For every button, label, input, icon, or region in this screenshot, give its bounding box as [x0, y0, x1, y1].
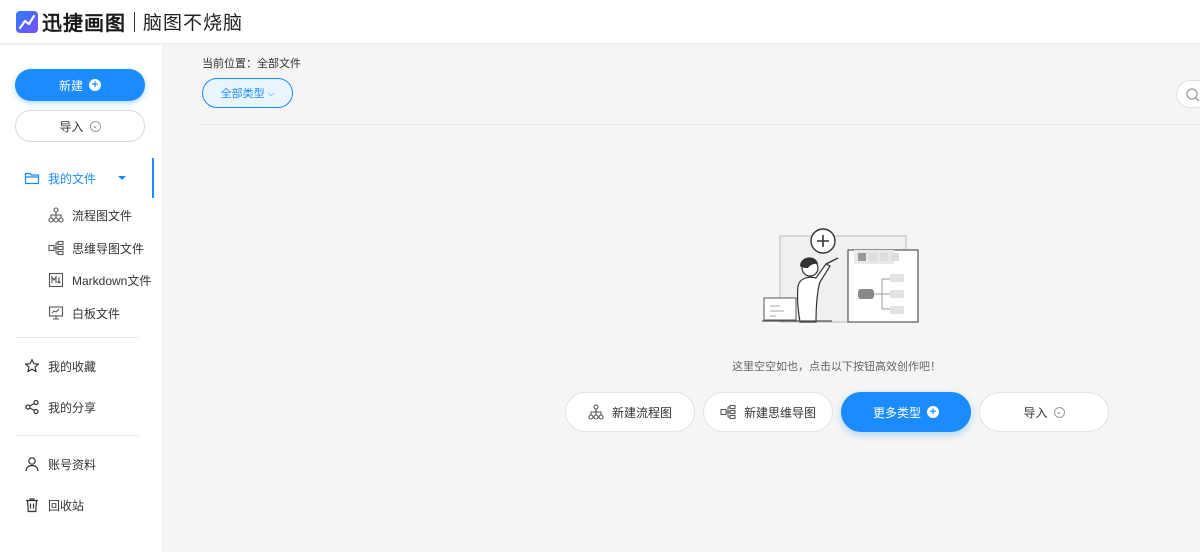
sidebar-item-trash[interactable]: 回收站 [24, 495, 84, 515]
new-mindmap-button[interactable]: 新建思维导图 [703, 392, 833, 432]
sidebar-item-label: 我的文件 [48, 171, 97, 186]
plus-icon: + [89, 79, 101, 91]
sidebar-item-mindmap-files[interactable]: 思维导图文件 [48, 238, 144, 258]
share-icon [25, 399, 39, 415]
type-filter-label: 全部类型 [220, 88, 265, 100]
sidebar-item-label: 账号资料 [48, 457, 97, 472]
sidebar-item-label: 我的收藏 [48, 359, 97, 374]
mindmap-icon [48, 240, 64, 256]
sidebar-item-shares[interactable]: 我的分享 [24, 397, 96, 417]
sidebar-divider [15, 337, 139, 338]
plus-icon: + [927, 406, 939, 418]
new-button-label: 新建 [58, 78, 83, 93]
sidebar: 新建 + 导入 ⌄ 我的文件 流程图文件 思维导图文件 Markdown文件 白… [0, 45, 162, 552]
sidebar-divider [15, 435, 139, 436]
mindmap-icon [720, 404, 736, 420]
more-types-button[interactable]: 更多类型 + [841, 392, 971, 432]
sidebar-item-my-files[interactable]: 我的文件 [0, 158, 154, 198]
brand-name: 迅捷画图 [42, 13, 126, 35]
new-mindmap-label: 新建思维导图 [743, 405, 816, 420]
new-flowchart-button[interactable]: 新建流程图 [565, 392, 695, 432]
folder-icon [24, 172, 40, 185]
new-button[interactable]: 新建 + [15, 69, 145, 101]
import-button-label: 导入 [59, 119, 84, 134]
sidebar-item-label: 流程图文件 [72, 208, 133, 223]
trash-icon [26, 498, 38, 513]
brand-separator [134, 11, 135, 32]
sidebar-item-markdown-files[interactable]: Markdown文件 [48, 270, 151, 290]
user-icon [25, 457, 39, 472]
empty-state-message: 这里空空如也，点击以下按钮高效创作吧！ [732, 361, 941, 373]
logo-icon [16, 10, 38, 33]
sidebar-item-label: 我的分享 [48, 400, 97, 415]
flowchart-icon [48, 207, 64, 223]
sidebar-item-whiteboard-files[interactable]: 白板文件 [48, 303, 120, 323]
search-button[interactable] [1176, 80, 1200, 108]
import-action-label: 导入 [1023, 405, 1048, 420]
sidebar-item-label: 思维导图文件 [72, 241, 145, 256]
empty-state-illustration [762, 228, 919, 323]
new-flowchart-label: 新建流程图 [611, 405, 672, 420]
sidebar-item-label: 回收站 [48, 498, 85, 513]
sidebar-item-account[interactable]: 账号资料 [24, 454, 96, 474]
import-action-button[interactable]: 导入 ⌄ [979, 392, 1109, 432]
caret-down-icon [118, 176, 127, 180]
whiteboard-icon [48, 306, 64, 320]
brand-slogan: 脑图不烧脑 [143, 13, 244, 34]
top-header: 迅捷画图 脑图不烧脑 [0, 0, 1200, 44]
flowchart-icon [588, 404, 604, 420]
sidebar-item-label: Markdown文件 [72, 273, 152, 288]
sidebar-item-favorites[interactable]: 我的收藏 [24, 356, 96, 376]
chevron-down-icon: ⌄ [1053, 406, 1065, 418]
chevron-down-icon: ⌄ [89, 120, 101, 132]
markdown-icon [48, 272, 64, 288]
type-filter-dropdown[interactable]: 全部类型 ⌵ [202, 78, 293, 108]
breadcrumb: 当前位置：全部文件 [202, 58, 301, 70]
star-icon [24, 358, 40, 373]
header-divider [202, 124, 1200, 125]
brand-logo[interactable]: 迅捷画图 脑图不烧脑 [16, 7, 243, 36]
import-button[interactable]: 导入 ⌄ [15, 110, 145, 142]
search-icon [1186, 88, 1200, 102]
sidebar-item-label: 白板文件 [72, 306, 121, 321]
sidebar-item-flowchart-files[interactable]: 流程图文件 [48, 205, 132, 225]
chevron-down-icon: ⌵ [267, 87, 275, 98]
more-types-label: 更多类型 [872, 405, 921, 420]
